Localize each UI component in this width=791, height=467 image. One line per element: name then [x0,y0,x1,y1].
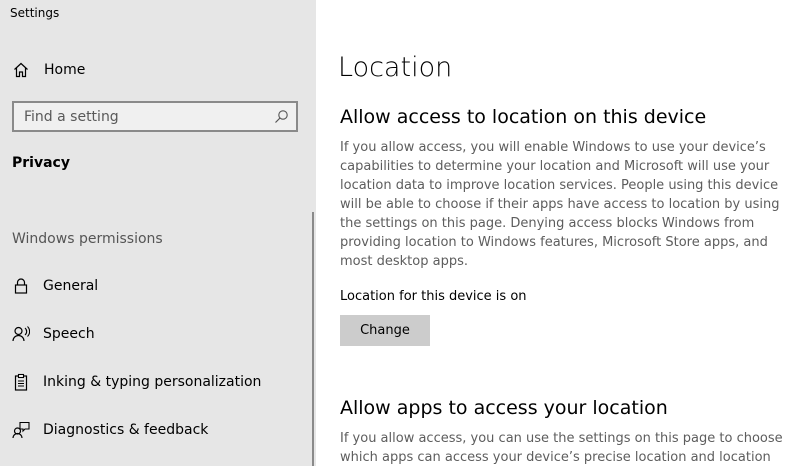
section-description: If you allow access, you will enable Win… [340,140,780,269]
search-icon[interactable] [274,109,289,124]
section-label-privacy: Privacy [12,155,70,171]
sidebar-item-label: Speech [43,326,95,342]
home-icon [12,61,30,79]
sidebar: Settings Home Privacy Windows permission… [0,0,316,466]
sidebar-scrollbar[interactable] [312,212,314,466]
sidebar-item-label: Diagnostics & feedback [43,422,209,438]
sidebar-item-diagnostics[interactable]: Diagnostics & feedback [0,410,316,450]
sidebar-item-inking-typing[interactable]: Inking & typing personalization [0,362,316,402]
page-title: Location [338,52,453,83]
location-status-text: Location for this device is on [340,289,527,304]
clipboard-icon [12,373,30,391]
main-content: Location Allow access to location on thi… [316,0,791,466]
sidebar-item-speech[interactable]: Speech [0,314,316,354]
sidebar-item-label: Inking & typing personalization [43,374,262,390]
speech-icon [12,325,30,343]
group-heading: Windows permissions [12,231,163,247]
sidebar-item-label: General [43,278,99,294]
section-heading-device-access: Allow access to location on this device [340,106,707,128]
change-button[interactable]: Change [340,315,430,346]
sidebar-item-label: Home [44,62,86,78]
search-box [12,101,298,132]
app-title: Settings [10,6,60,20]
sidebar-item-general[interactable]: General [0,266,316,306]
section-description: If you allow access, you can use the set… [340,431,783,465]
lock-icon [12,277,30,295]
search-input[interactable] [14,103,264,130]
feedback-icon [12,421,30,439]
section-heading-app-access: Allow apps to access your location [340,397,668,419]
sidebar-item-home[interactable]: Home [0,50,316,90]
